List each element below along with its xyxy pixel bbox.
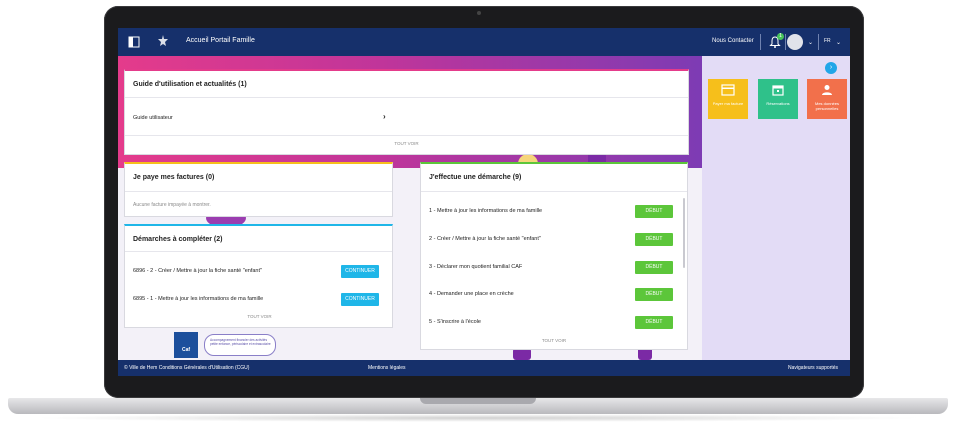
list-item-label: 5 - S'inscrire à l'école (429, 319, 481, 325)
notification-badge: 1 (777, 33, 784, 40)
language-selector[interactable]: FR (824, 38, 831, 44)
person-icon (822, 85, 832, 95)
tile-label: Mes données personnelles (814, 101, 839, 111)
debut-button[interactable]: DÉBUT (635, 316, 673, 329)
chevron-right-icon[interactable]: › (383, 112, 386, 121)
chevron-down-icon[interactable]: ⌄ (836, 39, 841, 46)
divider (421, 191, 687, 192)
footer-navigateurs-link[interactable]: Navigateurs supportés (788, 365, 838, 371)
debut-button[interactable]: DÉBUT (635, 205, 673, 218)
factures-empty-text: Aucune facture impayée à montrer. (133, 202, 211, 208)
tile-label: Payer ma facture (712, 101, 744, 106)
list-item-label: 2 - Créer / Mettre à jour la fiche santé… (429, 236, 541, 242)
list-item-label: 3 - Déclarer mon quotient familial CAF (429, 264, 523, 270)
debut-button[interactable]: DÉBUT (635, 261, 673, 274)
scrollbar[interactable] (683, 198, 685, 268)
guide-tout-voir-link[interactable]: TOUT VOIR (125, 141, 688, 146)
calendar-icon (772, 85, 784, 96)
user-avatar[interactable] (787, 34, 803, 50)
screen: Accueil Portail Famille Nous Contacter 1… (118, 28, 850, 376)
chevron-down-icon[interactable]: ⌄ (808, 39, 813, 46)
guide-card: Guide d'utilisation et actualités (1) Gu… (124, 69, 689, 155)
city-logo-icon (158, 35, 168, 46)
reservations-tile[interactable]: Réservations (758, 79, 798, 119)
demarche-card-title: J'effectue une démarche (9) (429, 174, 522, 181)
demarches-completer-card: Démarches à compléter (2) 6896 - 2 - Cré… (124, 224, 393, 328)
demarches-tout-voir-link[interactable]: TOUT VOIR (125, 314, 394, 319)
divider (125, 251, 392, 252)
card-icon (721, 84, 735, 96)
list-item-label: 1 - Mettre à jour les informations de ma… (429, 208, 543, 214)
divider (125, 97, 688, 98)
chevron-right-icon[interactable]: › (825, 62, 837, 74)
app-title[interactable]: Accueil Portail Famille (186, 37, 255, 44)
footer-mentions-link[interactable]: Mentions légales (368, 365, 406, 371)
continuer-button[interactable]: CONTINUER (341, 265, 379, 278)
contact-link[interactable]: Nous Contacter (712, 38, 754, 44)
footer: © Ville de Hem Conditions Générales d'Ut… (118, 360, 850, 376)
demarche-tout-voir-link[interactable]: TOUT VOIR (421, 338, 687, 343)
demarche-card: J'effectue une démarche (9) 1 - Mettre à… (420, 162, 688, 350)
debut-button[interactable]: DÉBUT (635, 233, 673, 246)
debut-button[interactable]: DÉBUT (635, 288, 673, 301)
partner-caption: Accompagnement financier des activités p… (204, 334, 276, 356)
caf-logo-text: Caf (181, 347, 191, 353)
guide-card-title: Guide d'utilisation et actualités (1) (133, 81, 247, 88)
header-divider (785, 34, 786, 50)
header-divider (760, 34, 761, 50)
sidebar-toggle-icon[interactable] (128, 36, 140, 48)
tile-label: Réservations (766, 101, 790, 106)
camera-icon (477, 11, 481, 15)
donnees-personnelles-tile[interactable]: Mes données personnelles (807, 79, 847, 119)
top-bar: Accueil Portail Famille Nous Contacter 1… (118, 28, 850, 56)
divider (125, 191, 392, 192)
city-logo[interactable] (154, 33, 172, 51)
laptop-shadow (30, 414, 926, 422)
list-item-label: 4 - Demander une place en crèche (429, 291, 514, 297)
caf-logo: Caf (174, 332, 198, 358)
list-item-label: 6896 - 2 - Créer / Mettre à jour la fich… (133, 268, 262, 274)
list-item-label: 6895 - 1 - Mettre à jour les information… (133, 296, 264, 302)
divider (125, 135, 688, 136)
factures-card: Je paye mes factures (0) Aucune facture … (124, 162, 393, 217)
factures-card-title: Je paye mes factures (0) (133, 174, 215, 181)
footer-cgu-link[interactable]: © Ville de Hem Conditions Générales d'Ut… (124, 365, 249, 371)
header-divider (818, 34, 819, 50)
laptop-notch (420, 398, 536, 404)
continuer-button[interactable]: CONTINUER (341, 293, 379, 306)
payer-facture-tile[interactable]: Payer ma facture (708, 79, 748, 119)
guide-item-label[interactable]: Guide utilisateur (133, 115, 173, 121)
demarches-completer-title: Démarches à compléter (2) (133, 236, 223, 243)
